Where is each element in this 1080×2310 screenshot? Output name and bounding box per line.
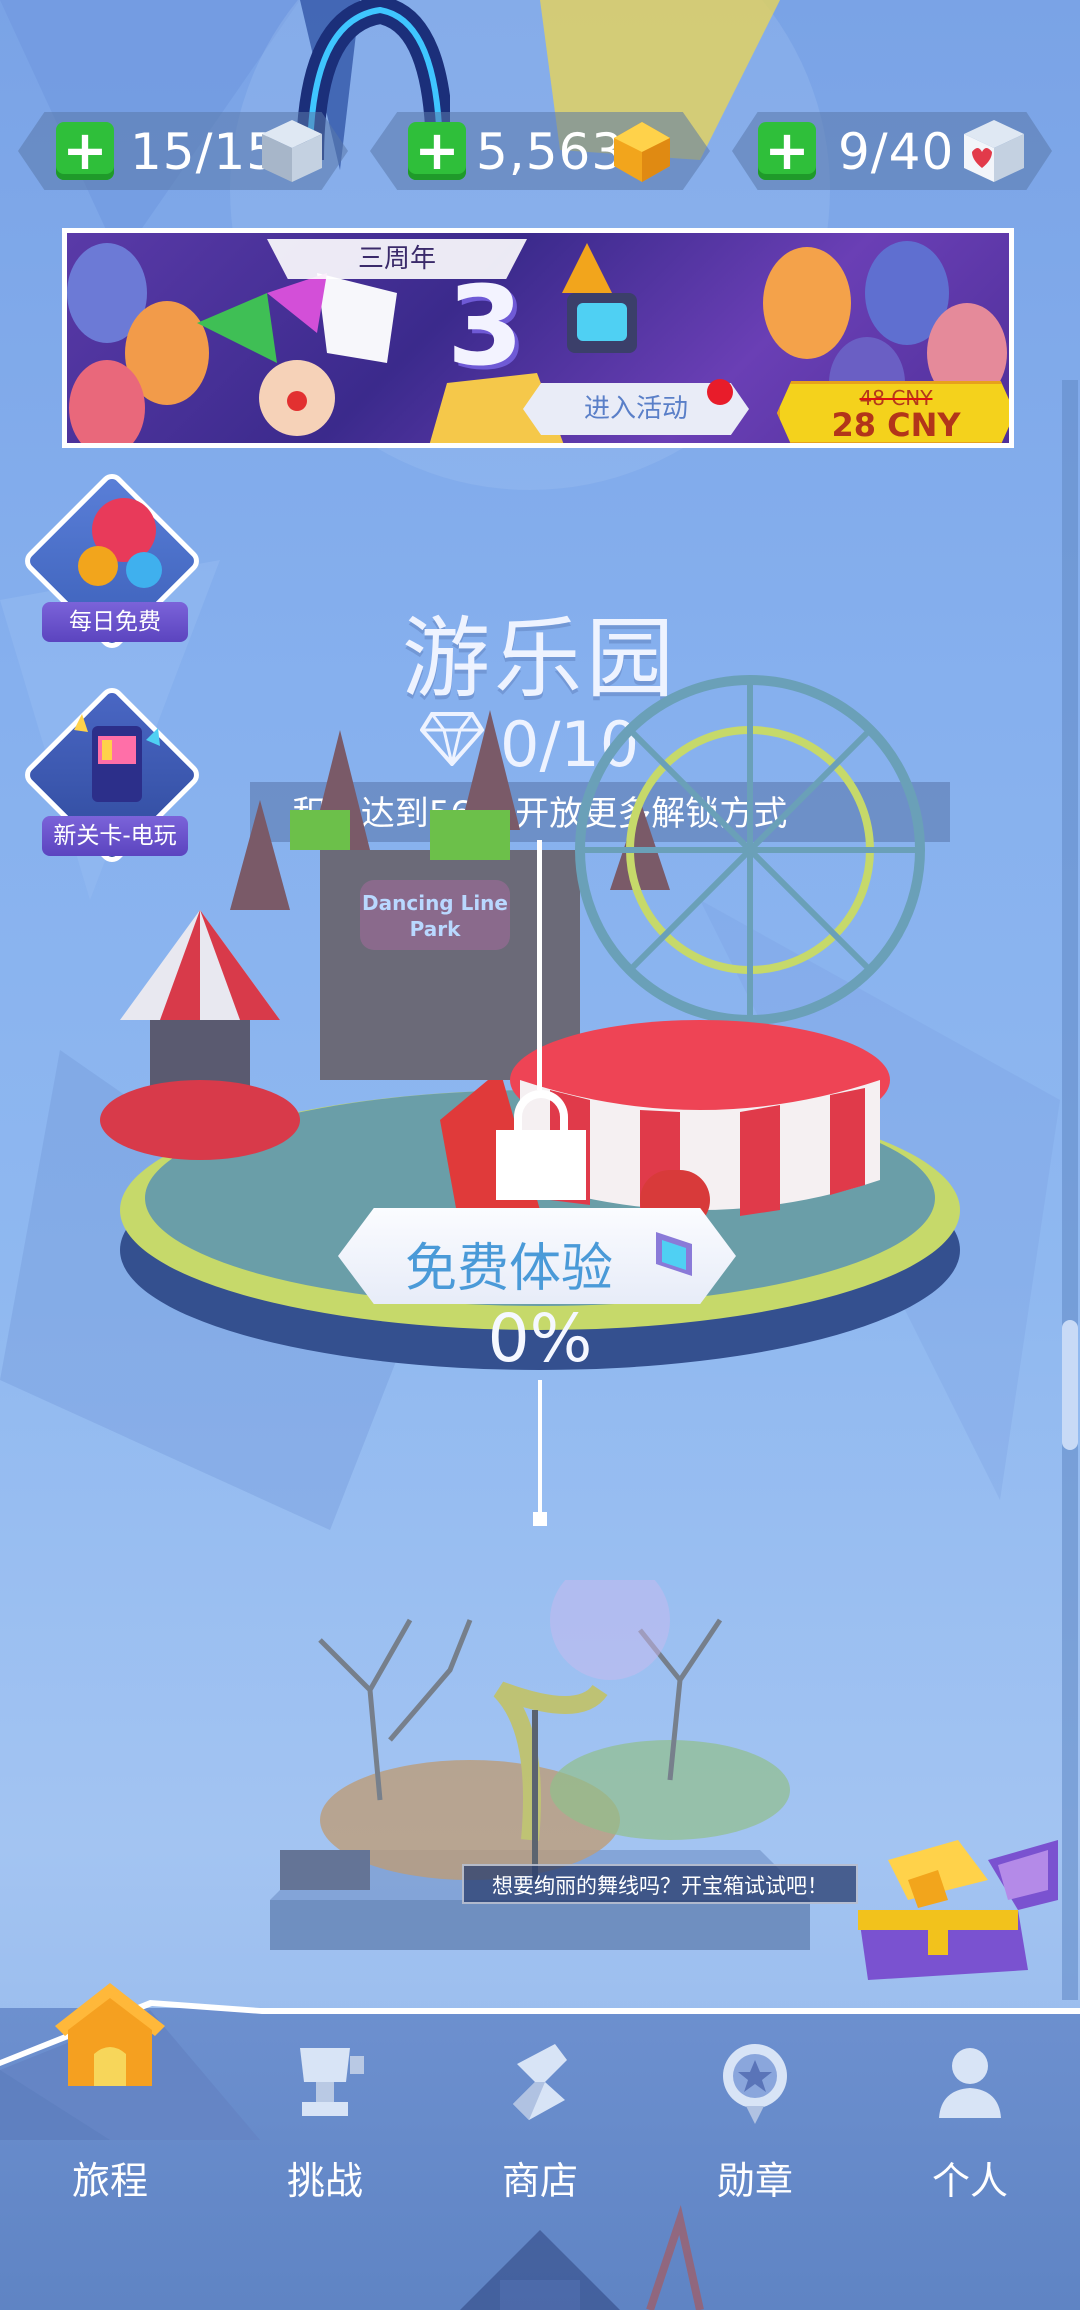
video-ad-icon	[656, 1232, 692, 1276]
progress-node	[533, 1512, 547, 1526]
shop-s-icon	[513, 2044, 567, 2120]
hearts-count: 9/40	[838, 123, 955, 181]
nav-challenge[interactable]	[245, 2038, 405, 2132]
add-hearts-button[interactable]: +	[758, 122, 816, 180]
trophy-icon	[300, 2048, 364, 2116]
progress-line-top	[537, 840, 542, 1090]
heart-cube-icon	[964, 120, 1024, 182]
level-progress-percent: 0%	[487, 1300, 593, 1377]
gold-gem-icon	[614, 122, 670, 182]
add-blocks-button[interactable]: +	[56, 122, 114, 180]
nav-journey[interactable]	[30, 1983, 190, 2102]
cube-icon	[262, 120, 322, 182]
nav-challenge-label: 挑战	[286, 2159, 363, 2203]
add-gems-button[interactable]: +	[408, 122, 466, 180]
nav-profile[interactable]	[890, 2038, 1050, 2132]
nav-medal[interactable]	[675, 2038, 835, 2132]
medal-icon	[723, 2044, 787, 2124]
nav-medal-label: 勋章	[716, 2159, 793, 2203]
lock-icon	[496, 1090, 586, 1200]
balloon-gems-icon	[78, 498, 162, 588]
plus-icon: +	[764, 119, 810, 182]
nav-journey-label: 旅程	[71, 2159, 148, 2203]
nav-shop[interactable]	[460, 2038, 620, 2132]
sale-price: 28 CNY	[831, 406, 961, 444]
progress-line-bottom	[538, 1380, 542, 1520]
blocks-count: 15/15	[130, 123, 280, 181]
anniversary-banner[interactable]: 三周年 3 进入活动 48 CNY 28 CNY	[62, 228, 1014, 448]
gems-count: 5,563	[476, 123, 625, 181]
next-level-island[interactable]	[200, 1580, 840, 1980]
anniversary-number: 3	[447, 262, 524, 390]
plus-icon: +	[414, 119, 460, 182]
nav-shop-label: 商店	[501, 2159, 578, 2203]
free-trial-label: 免费体验	[405, 1239, 614, 1299]
treasure-tip: 想要绚丽的舞线吗？开宝箱试试吧！	[462, 1864, 858, 1904]
price-tag[interactable]: 48 CNY 28 CNY	[777, 381, 1009, 444]
person-icon	[939, 2048, 1001, 2118]
next-scene-preview	[460, 2205, 704, 2310]
notification-dot	[707, 379, 733, 405]
treasure-chest-icon[interactable]	[848, 1830, 1068, 1990]
nav-profile-label: 个人	[931, 2159, 1008, 2203]
plus-icon: +	[62, 119, 108, 182]
house-icon	[55, 1983, 165, 2086]
